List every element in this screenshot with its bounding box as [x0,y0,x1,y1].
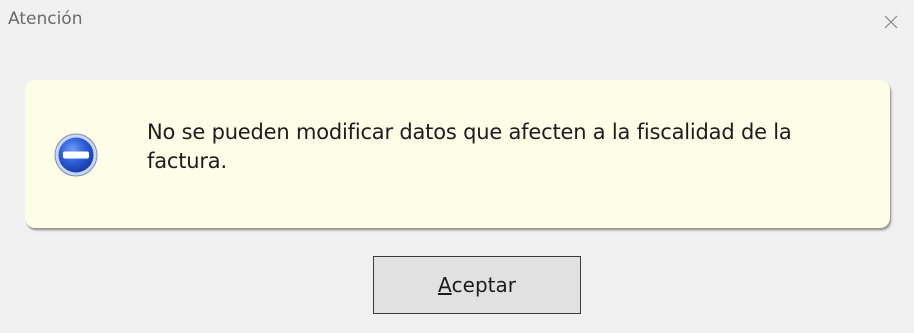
alert-dialog: Atención No se pueden modificar datos qu… [0,0,914,333]
accept-button-mnemonic: A [437,273,452,297]
close-button[interactable] [868,0,914,44]
accept-button-label: ceptar [451,273,516,297]
accept-button[interactable]: Aceptar [373,256,581,314]
close-icon [884,15,898,29]
stop-error-icon [54,133,98,177]
message-text: No se pueden modificar datos que afecten… [147,120,792,173]
message-panel: No se pueden modificar datos que afecten… [25,80,890,228]
dialog-title: Atención [8,9,83,29]
title-bar: Atención [0,0,914,44]
